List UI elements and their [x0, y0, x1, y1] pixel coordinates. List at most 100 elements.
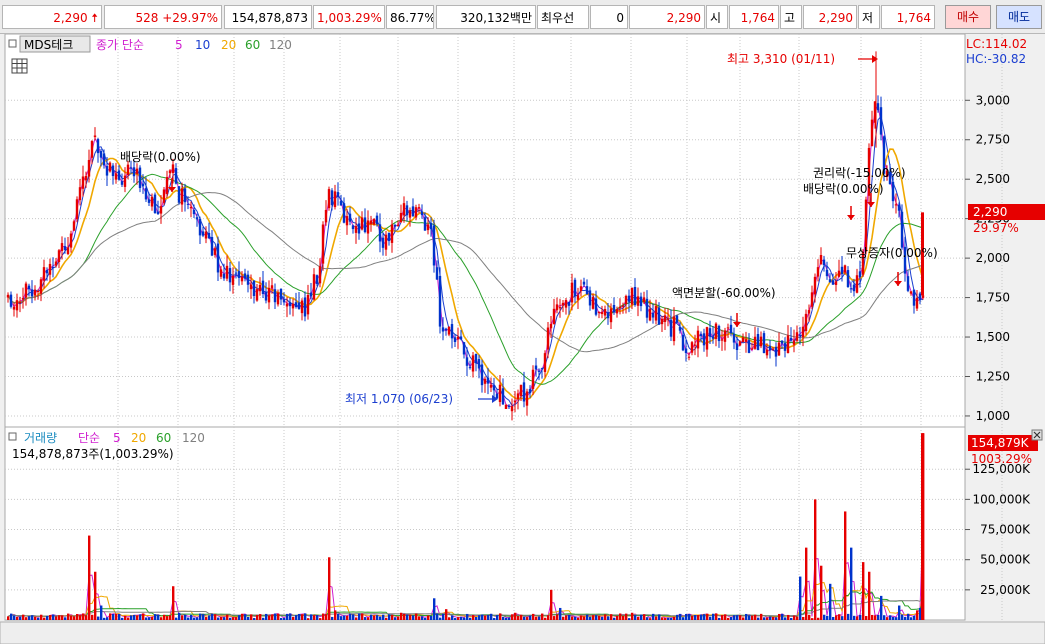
candle-body [153, 194, 157, 214]
candle-body [6, 294, 10, 298]
volume-bar [361, 613, 364, 620]
split-annotation: 액면분할(-60.00%) [672, 286, 776, 300]
volume-bar [682, 617, 685, 620]
volume-bar [172, 586, 175, 620]
volume-bar [466, 613, 469, 620]
volume-bar [241, 613, 244, 620]
candle-body [735, 343, 739, 351]
volume-bar [22, 614, 25, 620]
volume-bar [784, 617, 787, 620]
volume-tick-label: 25,000K [980, 583, 1031, 597]
volume-bar [310, 614, 313, 620]
candle-body [114, 173, 118, 180]
buy-button[interactable]: 매수 [945, 5, 991, 29]
candle-body [255, 289, 259, 301]
candle-body [561, 302, 565, 306]
candle-body [747, 340, 751, 353]
volume-bar [646, 617, 649, 620]
volume-bar [775, 617, 778, 620]
candle-body [837, 270, 841, 277]
stock-name: MDS테크 [24, 38, 73, 52]
candle-body [408, 210, 412, 218]
volume-bar [178, 612, 181, 620]
volume-bar [157, 614, 160, 620]
candle-body [357, 223, 361, 234]
volume-bar [757, 617, 760, 620]
candle-body [105, 165, 109, 176]
volume-bar [229, 617, 232, 620]
candle-body [795, 332, 799, 341]
volume-bar [901, 614, 904, 620]
volume-bar [538, 616, 541, 620]
volume-bar [595, 615, 598, 620]
candle-body [525, 391, 529, 406]
volume-bar [535, 616, 538, 620]
price-plot-area[interactable] [4, 34, 966, 428]
volume-bar [520, 614, 523, 620]
candle-body [759, 336, 763, 347]
volume-bar [874, 615, 877, 620]
current-price: 2,290 🠅 [2, 5, 102, 29]
volume-bar [430, 615, 433, 620]
candle-body [462, 342, 466, 355]
volume-bar [106, 617, 109, 620]
volume-bar [910, 617, 913, 620]
volume-bar [235, 617, 238, 620]
volume-bar [307, 618, 310, 620]
candle-body [792, 340, 796, 345]
volume-bar [271, 614, 274, 620]
candle-body [171, 164, 175, 174]
candle-body [594, 298, 598, 315]
candle-body [498, 384, 502, 403]
volume-bar [163, 614, 166, 620]
candle-body [633, 286, 637, 306]
volume-bar [748, 615, 751, 620]
candle-body [129, 167, 133, 169]
volume-bar [196, 617, 199, 620]
volume-bar [376, 615, 379, 620]
candle-body [141, 183, 145, 187]
candle-body [600, 312, 604, 315]
volume-bar [760, 613, 763, 620]
volume-bar [166, 616, 169, 620]
candle-body [510, 406, 514, 412]
volume-bar [388, 614, 391, 620]
volume-bar [472, 615, 475, 620]
volume-bar [856, 616, 859, 620]
candle-body [786, 335, 790, 354]
volume-bar [148, 617, 151, 620]
candle-body [132, 167, 136, 177]
volume-current-tag-text: 154,879K [971, 436, 1030, 450]
candle-body [72, 221, 76, 231]
candle-body [639, 296, 643, 307]
candle-body [90, 141, 94, 158]
volume-bar [556, 614, 559, 620]
volume-bar [691, 615, 694, 620]
table-view-icon[interactable] [11, 58, 28, 74]
stock-chart[interactable]: 1,0001,2501,5001,7502,0002,2502,5002,750… [0, 34, 1045, 644]
volume-bar [577, 617, 580, 620]
candle-body [471, 355, 475, 372]
volume-bar [721, 615, 724, 620]
candle-body [51, 267, 55, 269]
candle-body [291, 303, 295, 309]
candle-body [432, 225, 436, 266]
volume-bar [451, 615, 454, 620]
candle-body [426, 224, 430, 231]
volume-bar [883, 615, 886, 620]
candle-body [327, 189, 331, 209]
candle-body [774, 346, 778, 357]
close-icon[interactable] [1031, 429, 1043, 441]
volume-title: 거래량 [24, 431, 57, 445]
volume-bar [850, 547, 853, 620]
candle-body [741, 337, 745, 343]
candle-body [474, 353, 478, 364]
volume-bar [529, 615, 532, 620]
candle-body [708, 328, 712, 337]
volume-bar [283, 617, 286, 620]
sell-button[interactable]: 매도 [996, 5, 1042, 29]
candle-body [21, 298, 25, 300]
candle-body [591, 297, 595, 309]
volume-bar [817, 617, 820, 620]
volume-bar [331, 616, 334, 620]
